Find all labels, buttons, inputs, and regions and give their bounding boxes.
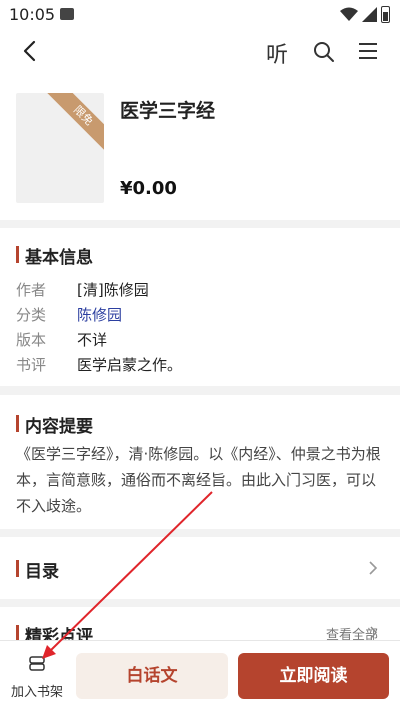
info-key: 分类 — [16, 306, 47, 324]
chevron-right-icon — [370, 626, 377, 639]
book-header-card: 限免 医学三字经 ¥0.00 — [0, 74, 400, 220]
signal-icon — [362, 7, 377, 22]
summary-title: 内容提要 — [16, 412, 93, 437]
basic-info-card: 基本信息 作者 [清]陈修园 分类 陈修园 版本 不详 书评 医学启蒙之作。 — [0, 228, 400, 386]
toc-row[interactable]: 目录 — [0, 537, 400, 599]
basic-info-title: 基本信息 — [16, 243, 93, 268]
listen-button[interactable]: 听 — [266, 37, 288, 69]
bookshelf-icon — [29, 656, 45, 671]
menu-icon[interactable] — [358, 42, 378, 60]
read-now-button[interactable]: 立即阅读 — [238, 653, 389, 699]
info-value: [清]陈修园 — [77, 281, 149, 299]
info-row-author: 作者 [清]陈修园 — [16, 279, 149, 300]
status-time: 10:05 — [9, 5, 56, 24]
status-bar: 10:05 — [0, 0, 400, 30]
vernacular-button[interactable]: 白话文 — [76, 653, 228, 699]
add-to-shelf-label: 加入书架 — [10, 685, 63, 700]
summary-text: 《医学三字经》，清·陈修园。以《内经》、仲景之书为根本，言简意赅，通俗而不离经旨… — [16, 445, 381, 515]
info-row-edition: 版本 不详 — [16, 329, 107, 350]
info-key: 书评 — [16, 356, 47, 374]
back-arrow-icon[interactable] — [20, 40, 40, 62]
info-value: 医学启蒙之作。 — [77, 356, 183, 374]
app-bar: 听 — [0, 30, 400, 74]
book-price: ¥0.00 — [120, 178, 177, 199]
battery-icon — [381, 6, 390, 23]
info-row-review: 书评 医学启蒙之作。 — [16, 354, 182, 375]
wifi-icon — [340, 7, 358, 21]
free-ribbon-badge: 限免 — [44, 93, 104, 155]
info-key: 版本 — [16, 331, 47, 349]
search-icon[interactable] — [313, 41, 335, 63]
toc-title: 目录 — [16, 557, 59, 582]
add-to-shelf-button[interactable]: 加入书架 — [6, 651, 68, 705]
gallery-notification-icon — [60, 8, 74, 20]
info-key: 作者 — [16, 281, 47, 299]
book-cover[interactable]: 限免 — [16, 93, 104, 203]
bottom-action-bar: 加入书架 白话文 立即阅读 — [0, 640, 400, 712]
summary-card: 内容提要 《医学三字经》，清·陈修园。以《内经》、仲景之书为根本，言简意赅，通俗… — [0, 395, 400, 529]
info-row-category: 分类 陈修园 — [16, 304, 122, 325]
category-link[interactable]: 陈修园 — [77, 306, 122, 324]
chevron-right-icon — [369, 561, 378, 575]
book-title: 医学三字经 — [120, 100, 216, 122]
info-value: 不详 — [77, 331, 108, 349]
